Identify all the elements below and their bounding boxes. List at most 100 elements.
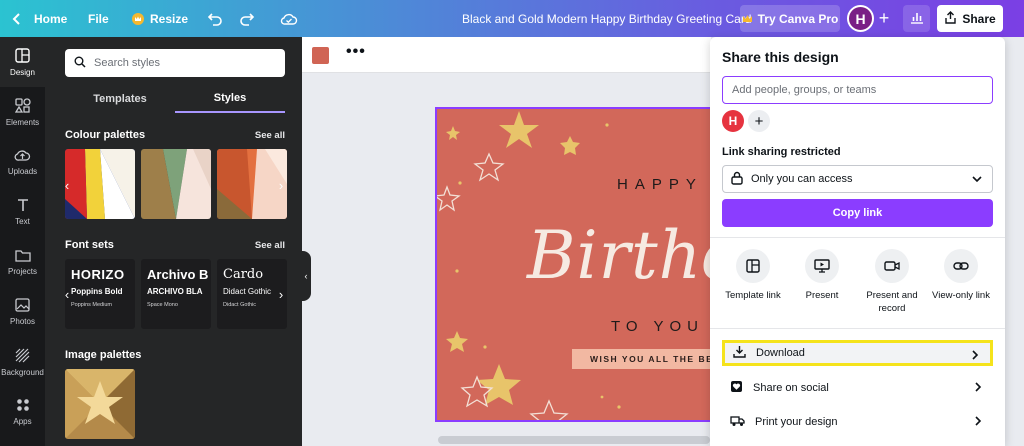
cloud-save-button[interactable]	[280, 0, 298, 37]
card-birthday-text[interactable]: Birthday	[527, 217, 727, 294]
card-happy-text[interactable]: HAPPY	[617, 176, 703, 193]
share-on-social-row[interactable]: Share on social	[722, 375, 993, 401]
folder-icon	[14, 249, 31, 264]
link-sharing-label: Link sharing restricted	[722, 146, 841, 158]
home-button[interactable]: Home	[12, 0, 67, 37]
font-sets-title: Font sets	[65, 239, 114, 251]
collapse-panel-button[interactable]: ‹	[301, 251, 311, 301]
member-avatar[interactable]: H	[722, 110, 744, 132]
present-and-record-option[interactable]: Present and record	[857, 249, 927, 315]
text-icon	[16, 198, 30, 214]
image-palette-thumb[interactable]	[65, 369, 135, 439]
divider	[710, 328, 1005, 329]
rail-label: Photos	[10, 317, 35, 326]
palette-prev-arrow[interactable]: ‹	[61, 178, 73, 193]
resize-label: Resize	[150, 11, 189, 26]
search-icon	[74, 56, 86, 71]
font-set-body: Poppins Medium	[71, 302, 112, 308]
image-icon	[15, 298, 30, 314]
background-color-swatch[interactable]	[312, 47, 329, 64]
colour-palette-thumb[interactable]	[65, 149, 135, 219]
access-level-select[interactable]: Only you can access	[722, 165, 993, 193]
canvas-scrollbar[interactable]	[438, 436, 710, 444]
more-options-icon[interactable]: •••	[346, 43, 366, 61]
rail-label: Projects	[8, 266, 37, 276]
share-popover: Share this design Add people, groups, or…	[710, 37, 1005, 446]
lock-icon	[731, 171, 743, 188]
tab-templates[interactable]: Templates	[65, 85, 175, 113]
add-people-input[interactable]: Add people, groups, or teams	[722, 76, 993, 104]
fontset-next-arrow[interactable]: ›	[275, 287, 287, 302]
colour-palettes-see-all[interactable]: See all	[255, 130, 285, 141]
chevron-down-icon	[971, 173, 983, 188]
option-label: Template link	[725, 290, 781, 301]
rail-item-elements[interactable]: Elements	[0, 87, 45, 137]
try-canva-pro-button[interactable]: Try Canva Pro	[740, 5, 840, 32]
bar-chart-icon	[910, 11, 924, 27]
search-styles-input[interactable]: Search styles	[65, 49, 285, 77]
palette-next-arrow[interactable]: ›	[275, 178, 287, 193]
present-option[interactable]: Present	[787, 249, 857, 302]
font-sets-see-all[interactable]: See all	[255, 240, 285, 251]
rail-item-projects[interactable]: Projects	[0, 237, 45, 287]
invite-plus-icon[interactable]: +	[873, 7, 895, 29]
rail-item-design[interactable]: Design	[0, 37, 45, 87]
styles-panel: Search styles Templates Styles Colour pa…	[45, 37, 302, 446]
download-row[interactable]: Download	[722, 340, 993, 366]
cloud-upload-icon	[14, 148, 31, 164]
greeting-card-canvas[interactable]: HAPPY Birthday TO YOU WISH YOU ALL THE B…	[435, 107, 729, 422]
present-icon	[805, 249, 839, 283]
add-member-button[interactable]: +	[748, 110, 770, 132]
font-set-subheading: ARCHIVO BLA	[147, 287, 203, 296]
rail-label: Design	[10, 67, 35, 77]
share-button[interactable]: Share	[937, 5, 1003, 32]
font-set-heading: HORIZO	[71, 267, 125, 282]
divider	[710, 237, 1005, 238]
chevron-left-icon	[12, 12, 22, 25]
shapes-icon	[14, 97, 31, 115]
template-link-option[interactable]: Template link	[718, 249, 788, 302]
pattern-icon	[15, 348, 30, 365]
tab-styles[interactable]: Styles	[175, 85, 285, 113]
link-icon	[944, 249, 978, 283]
fontset-prev-arrow[interactable]: ‹	[61, 287, 73, 302]
resize-button[interactable]: Resize	[132, 0, 188, 37]
redo-button[interactable]	[239, 0, 255, 37]
crown-icon	[742, 12, 753, 26]
option-label: Present and record	[866, 290, 918, 314]
print-design-row[interactable]: Print your design	[722, 409, 993, 435]
search-placeholder: Search styles	[94, 57, 161, 69]
view-only-link-option[interactable]: View-only link	[926, 249, 996, 302]
try-pro-label: Try Canva Pro	[757, 11, 839, 26]
heart-icon	[730, 380, 743, 396]
rail-item-photos[interactable]: Photos	[0, 287, 45, 337]
rail-item-background[interactable]: Background	[0, 337, 45, 387]
camera-icon	[875, 249, 909, 283]
chevron-right-icon	[973, 381, 983, 396]
rail-item-uploads[interactable]: Uploads	[0, 137, 45, 187]
cloud-check-icon	[280, 12, 298, 26]
file-menu[interactable]: File	[88, 0, 109, 37]
colour-palette-thumb[interactable]	[141, 149, 211, 219]
document-title[interactable]: Black and Gold Modern Happy Birthday Gre…	[462, 0, 751, 37]
font-set-card[interactable]: Archivo B ARCHIVO BLA Space Mono	[141, 259, 211, 329]
image-palettes-title: Image palettes	[65, 349, 142, 361]
download-icon	[733, 345, 746, 361]
undo-button[interactable]	[207, 0, 223, 37]
rail-item-apps[interactable]: Apps	[0, 387, 45, 437]
font-set-heading: Cardo	[223, 267, 264, 282]
rail-label: Text	[15, 217, 30, 226]
card-to-you-text[interactable]: TO YOU	[611, 318, 704, 335]
template-icon	[736, 249, 770, 283]
colour-palettes-title: Colour palettes	[65, 129, 146, 141]
rail-item-text[interactable]: Text	[0, 187, 45, 237]
row-label: Share on social	[753, 382, 829, 394]
rail-label: Background	[1, 367, 44, 377]
left-rail: Design Elements Uploads Text Projects Ph…	[0, 37, 45, 446]
insights-button[interactable]	[903, 5, 930, 32]
copy-link-button[interactable]: Copy link	[722, 199, 993, 227]
user-avatar[interactable]: H	[847, 5, 874, 32]
font-set-card[interactable]: HORIZO Poppins Bold Poppins Medium	[65, 259, 135, 329]
card-ribbon-text[interactable]: WISH YOU ALL THE BEST	[572, 349, 727, 369]
option-label: Present	[805, 290, 839, 301]
